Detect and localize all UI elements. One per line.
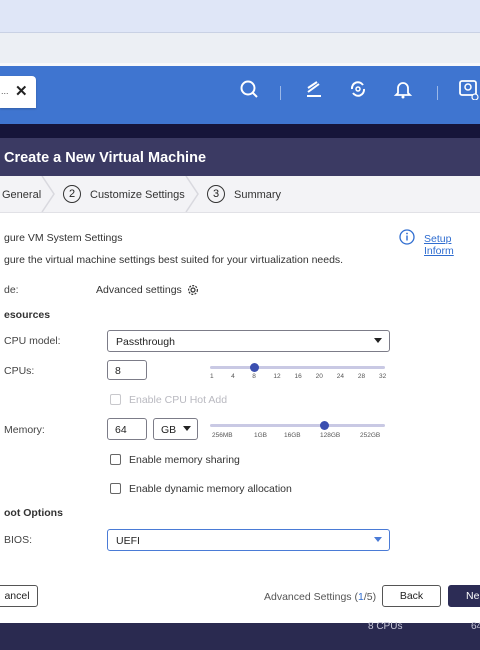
back-button[interactable]: Back (382, 585, 441, 607)
cpus-slider-track[interactable] (210, 366, 385, 369)
chevron-down-icon (183, 426, 191, 431)
section-title: gure VM System Settings (4, 232, 123, 244)
memory-sharing-checkbox[interactable] (110, 454, 121, 465)
background-list (0, 623, 480, 650)
cpus-label: CPUs: (4, 365, 35, 377)
background-memory-text: 64 (471, 621, 480, 632)
header-separator (437, 86, 438, 100)
app-tab-label: ... (1, 86, 9, 96)
memory-tick-label: 1GB (254, 432, 268, 439)
memory-tick-label: 128GB (320, 432, 341, 439)
memory-tick-label: 256MB (212, 432, 233, 439)
header-separator (280, 86, 281, 100)
dynamic-memory-checkbox[interactable] (110, 483, 121, 494)
cancel-button[interactable]: ancel (0, 585, 38, 607)
browser-top-bar (0, 0, 480, 33)
cpus-input[interactable] (107, 360, 147, 380)
close-tab-icon[interactable]: ✕ (15, 82, 28, 100)
cpus-tick-label: 8 (252, 373, 256, 380)
step-number-2: 2 (63, 185, 81, 203)
memory-slider-handle[interactable] (320, 421, 329, 430)
background-cpus-text: 8 CPUs (368, 621, 403, 632)
bios-value: UEFI (116, 535, 140, 547)
resources-label: esources (4, 309, 51, 321)
mode-value: Advanced settings (96, 284, 182, 296)
cpus-value: 8 (115, 365, 121, 377)
gear-icon[interactable] (187, 284, 199, 296)
chevron-down-icon (374, 338, 382, 343)
cpu-model-label: CPU model: (4, 335, 61, 347)
memory-tick-label: 252GB (360, 432, 381, 439)
step-number-3: 3 (207, 185, 225, 203)
mode-label: de: (4, 284, 19, 296)
next-button[interactable]: Ne (448, 585, 480, 607)
cpu-hot-add-label: Enable CPU Hot Add (129, 394, 228, 406)
cpus-tick-label: 4 (231, 373, 235, 380)
background-strip (0, 124, 480, 138)
step-general: General (2, 189, 42, 201)
memory-unit-value: GB (161, 424, 177, 436)
cpus-tick-label: 24 (336, 373, 344, 380)
memory-value: 64 (115, 424, 127, 436)
memory-label: Memory: (4, 424, 45, 436)
advanced-settings-counter: Advanced Settings (1/5) (264, 591, 377, 603)
memory-input[interactable] (107, 418, 147, 440)
dynamic-memory-label: Enable dynamic memory allocation (129, 483, 292, 495)
setup-information-link[interactable]: Setup Inform (424, 233, 480, 257)
memory-sharing-label: Enable memory sharing (129, 454, 240, 466)
info-icon (399, 229, 415, 245)
step-summary: Summary (234, 189, 282, 201)
cpu-hot-add-checkbox[interactable] (110, 394, 121, 405)
sync-icon[interactable] (347, 78, 369, 100)
cpus-tick-label: 16 (294, 373, 302, 380)
notification-bell-icon[interactable] (392, 78, 414, 100)
cpus-tick-label: 12 (273, 373, 281, 380)
browser-toolbar (0, 33, 480, 63)
cpus-tick-label: 20 (315, 373, 323, 380)
chevron-down-icon (374, 537, 382, 542)
boot-options-label: oot Options (4, 507, 63, 519)
task-stack-icon[interactable] (303, 78, 325, 100)
cpus-tick-label: 1 (210, 373, 214, 380)
bios-select[interactable] (107, 529, 390, 551)
bios-label: BIOS: (4, 534, 33, 546)
dialog-title: Create a New Virtual Machine (4, 150, 207, 166)
step-customize-settings: Customize Settings (90, 189, 185, 201)
cpus-tick-label: 32 (379, 373, 387, 380)
memory-tick-label: 16GB (284, 432, 301, 439)
memory-slider-track[interactable] (210, 424, 385, 427)
cpu-model-value: Passthrough (116, 336, 175, 348)
user-profile-icon[interactable] (457, 78, 479, 100)
search-icon[interactable] (238, 78, 260, 100)
cpus-tick-label: 28 (357, 373, 366, 380)
description-text: gure the virtual machine settings best s… (4, 254, 344, 266)
